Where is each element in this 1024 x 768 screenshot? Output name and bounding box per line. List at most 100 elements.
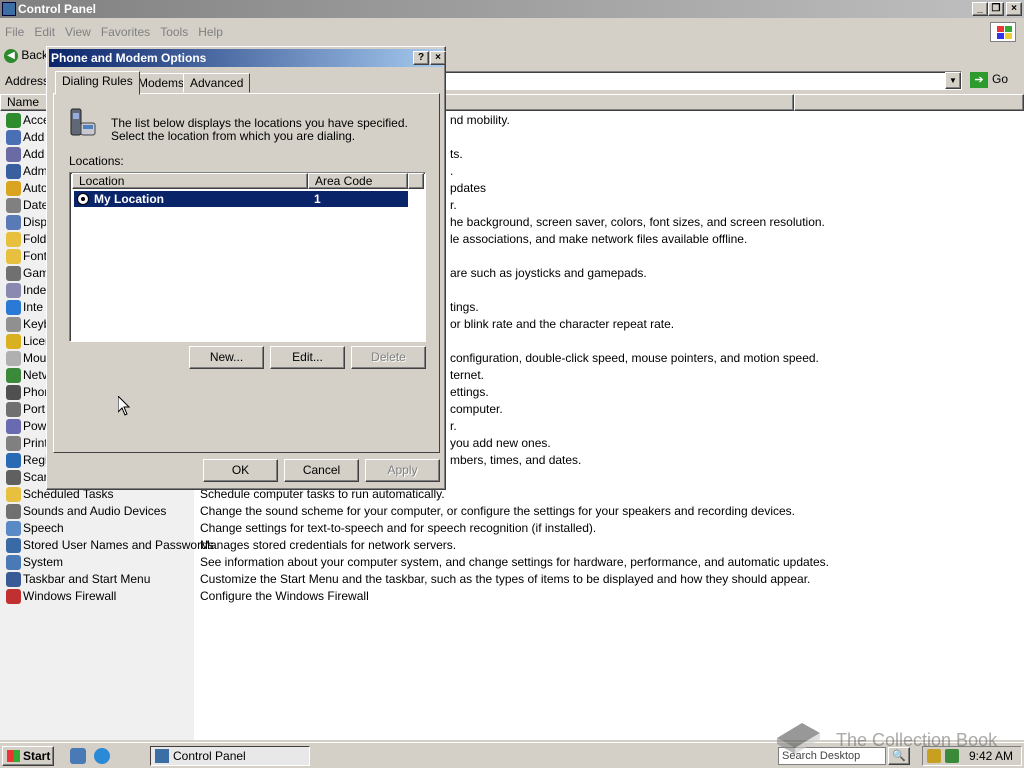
column-extra-header[interactable] [794,94,1024,111]
item-name: Fold [23,232,47,246]
item-name: Stored User Names and Passwords [23,538,214,552]
go-arrow-icon: ➔ [970,72,988,88]
list-item[interactable]: Sounds and Audio Devices Change the sound… [0,503,1024,520]
dialog-title-bar: Phone and Modem Options ? × [49,49,446,67]
delete-button[interactable]: Delete [351,346,426,369]
address-dropdown-button[interactable]: ▼ [945,72,961,89]
location-name: My Location [94,192,165,206]
list-item[interactable]: Stored User Names and Passwords Manages s… [0,537,1024,554]
item-name: Font [23,249,48,263]
item-icon [6,368,21,383]
location-column-header[interactable]: Location [72,173,308,189]
item-description: le associations, and make network files … [450,232,748,246]
item-icon [6,487,21,502]
list-item[interactable]: Taskbar and Start Menu Customize the Star… [0,571,1024,588]
quicklaunch-ie-icon[interactable] [94,748,110,764]
item-icon [6,147,21,162]
go-button[interactable]: ➔ Go [970,72,1008,88]
item-name: Disp [23,215,48,229]
item-icon [6,521,21,536]
item-description: nd mobility. [450,113,510,127]
taskbar-control-panel-button[interactable]: Control Panel [150,746,310,766]
search-icon: 🔍 [892,750,906,762]
item-name: Sounds and Audio Devices [23,504,167,518]
dialog-close-button[interactable]: × [430,51,446,65]
control-panel-icon [2,2,16,16]
item-name: Pow [23,419,47,433]
clock: 9:42 AM [968,749,1013,763]
item-description: ternet. [450,368,485,382]
item-name: Mou [23,351,47,365]
restore-button[interactable]: ❐ [988,2,1004,16]
tray-app-icon[interactable] [927,749,941,763]
item-description: configuration, double-click speed, mouse… [450,351,819,365]
ok-button[interactable]: OK [203,459,278,482]
selected-location-icon [77,193,89,205]
item-description: he background, screen saver, colors, fon… [450,215,825,229]
item-description: Change settings for text-to-speech and f… [200,521,597,535]
item-name: Add [23,130,45,144]
cancel-button[interactable]: Cancel [284,459,359,482]
item-description: Manages stored credentials for network s… [200,538,457,552]
phone-icon [70,108,96,136]
tab-dialing-rules[interactable]: Dialing Rules [55,71,140,95]
item-icon [6,436,21,451]
address-input[interactable]: ▼ [440,71,962,90]
location-row[interactable]: My Location 1 [74,191,408,207]
item-icon [6,266,21,281]
item-description: tings. [450,300,479,314]
new-button[interactable]: New... [189,346,264,369]
address-label: Address [5,74,50,88]
menu-edit[interactable]: Edit [29,22,60,39]
item-name: Scar [23,470,48,484]
item-name: System [23,555,64,569]
control-panel-task-icon [155,749,169,763]
list-item[interactable]: System See information about your compute… [0,554,1024,571]
item-description: r. [450,198,457,212]
item-icon [6,283,21,298]
item-icon [6,453,21,468]
menu-tools[interactable]: Tools [155,22,193,39]
apply-button[interactable]: Apply [365,459,440,482]
item-icon [6,351,21,366]
item-icon [6,555,21,570]
quicklaunch-desktop-icon[interactable] [70,748,86,764]
item-description: or blink rate and the character repeat r… [450,317,675,331]
area-code-column-header[interactable]: Area Code [308,173,408,189]
menu-view[interactable]: View [60,22,96,39]
locations-list[interactable]: Location Area Code My Location 1 [69,172,426,342]
windows-logo-icon [990,22,1016,42]
tray-network-icon[interactable] [945,749,959,763]
item-icon [6,334,21,349]
menu-favorites[interactable]: Favorites [96,22,155,39]
item-icon [6,164,21,179]
item-description: computer. [450,402,503,416]
item-description: ettings. [450,385,489,399]
item-name: Phor [23,385,49,399]
item-icon [6,402,21,417]
item-icon [6,130,21,145]
list-item[interactable]: Windows Firewall Configure the Windows Fi… [0,588,1024,605]
tab-advanced[interactable]: Advanced [183,73,251,93]
item-name: Print [23,436,48,450]
item-description: are such as joysticks and gamepads. [450,266,647,280]
tab-modems[interactable]: Modems [131,73,192,93]
minimize-button[interactable]: _ [972,2,988,16]
item-name: Auto [23,181,48,195]
help-button[interactable]: ? [413,51,429,65]
list-item[interactable]: Speech Change settings for text-to-speech… [0,520,1024,537]
menu-help[interactable]: Help [193,22,228,39]
item-description: you add new ones. [450,436,551,450]
close-button[interactable]: × [1006,2,1022,16]
watermark-book-icon [777,723,820,754]
watermark-text: The Collection Book [836,730,998,750]
window-title: Control Panel [18,2,97,16]
item-icon [6,113,21,128]
start-button[interactable]: Start [2,746,54,766]
mouse-cursor-icon [118,396,130,416]
edit-button[interactable]: Edit... [270,346,345,369]
menu-file[interactable]: File [0,22,29,39]
item-icon [6,385,21,400]
back-button[interactable]: ◀ Back [4,48,48,63]
item-description: . [450,164,454,178]
